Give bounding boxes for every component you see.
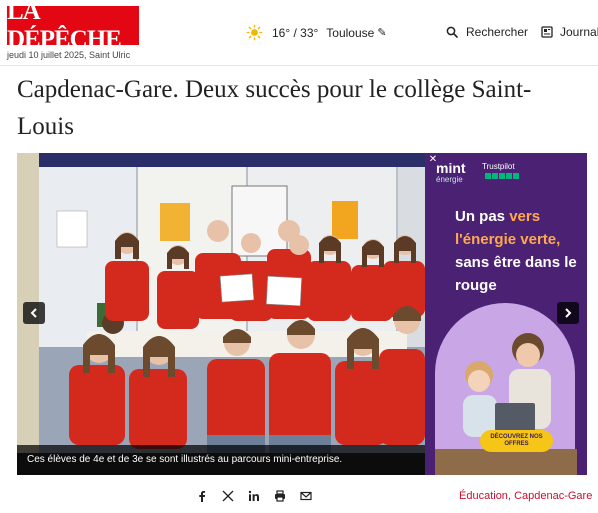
site-logo[interactable]: LA DÉPÊCHE — [7, 0, 139, 53]
image-carousel: Ces élèves de 4e et de 3e se sont illust… — [17, 153, 587, 475]
print-icon — [275, 490, 285, 502]
trustpilot-stars-icon — [485, 173, 519, 179]
weather-widget[interactable]: 16° / 33° Toulouse ✎ — [246, 24, 387, 41]
carousel-next-button[interactable] — [557, 302, 579, 324]
chevron-right-icon — [565, 308, 572, 318]
ad-headline: Un pas vers l'énergie verte, sans être d… — [455, 208, 577, 294]
x-icon — [222, 490, 234, 502]
share-linkedin-button[interactable] — [248, 489, 260, 503]
ad-brand-sub: énergie — [436, 175, 463, 184]
carousel-prev-button[interactable] — [23, 302, 45, 324]
trustpilot-label: Trustpilot — [482, 162, 515, 171]
search-button[interactable]: Rechercher — [446, 25, 528, 39]
article-title: Capdenac-Gare. Deux succès pour le collè… — [17, 76, 532, 140]
site-header: LA DÉPÊCHE jeudi 10 juillet 2025, Saint … — [0, 0, 598, 66]
sun-icon — [246, 24, 263, 41]
share-email-button[interactable] — [300, 489, 312, 503]
dateline: jeudi 10 juillet 2025, Saint Ulric — [7, 50, 131, 60]
photo-caption: Ces élèves de 4e et de 3e se sont illust… — [17, 445, 425, 475]
email-icon — [300, 491, 312, 501]
share-x-button[interactable] — [222, 489, 234, 503]
chevron-left-icon — [30, 308, 37, 318]
search-icon — [446, 26, 458, 38]
pencil-icon[interactable]: ✎ — [377, 26, 386, 39]
article-photo[interactable]: Ces élèves de 4e et de 3e se sont illust… — [17, 153, 425, 475]
article-tags: Éducation, Capdenac-Gare — [459, 490, 592, 502]
ad-brand: mint — [436, 160, 466, 176]
ad-cta-button[interactable]: DÉCOUVREZ NOS OFFRES — [480, 430, 553, 452]
share-facebook-button[interactable] — [196, 489, 208, 503]
tag-capdenac-gare[interactable]: Capdenac-Gare — [514, 490, 592, 502]
tag-education[interactable]: Éducation — [459, 490, 508, 502]
journal-label: Journal — [560, 25, 598, 39]
linkedin-icon — [248, 490, 259, 501]
journal-button[interactable]: Journal — [541, 25, 598, 39]
newspaper-icon — [541, 26, 553, 38]
print-button[interactable] — [274, 489, 286, 503]
weather-city: Toulouse — [326, 25, 375, 40]
weather-temperature: 16° / 33° — [272, 25, 319, 40]
students-photo — [17, 153, 425, 475]
facebook-icon — [199, 491, 206, 502]
search-label: Rechercher — [466, 25, 529, 39]
